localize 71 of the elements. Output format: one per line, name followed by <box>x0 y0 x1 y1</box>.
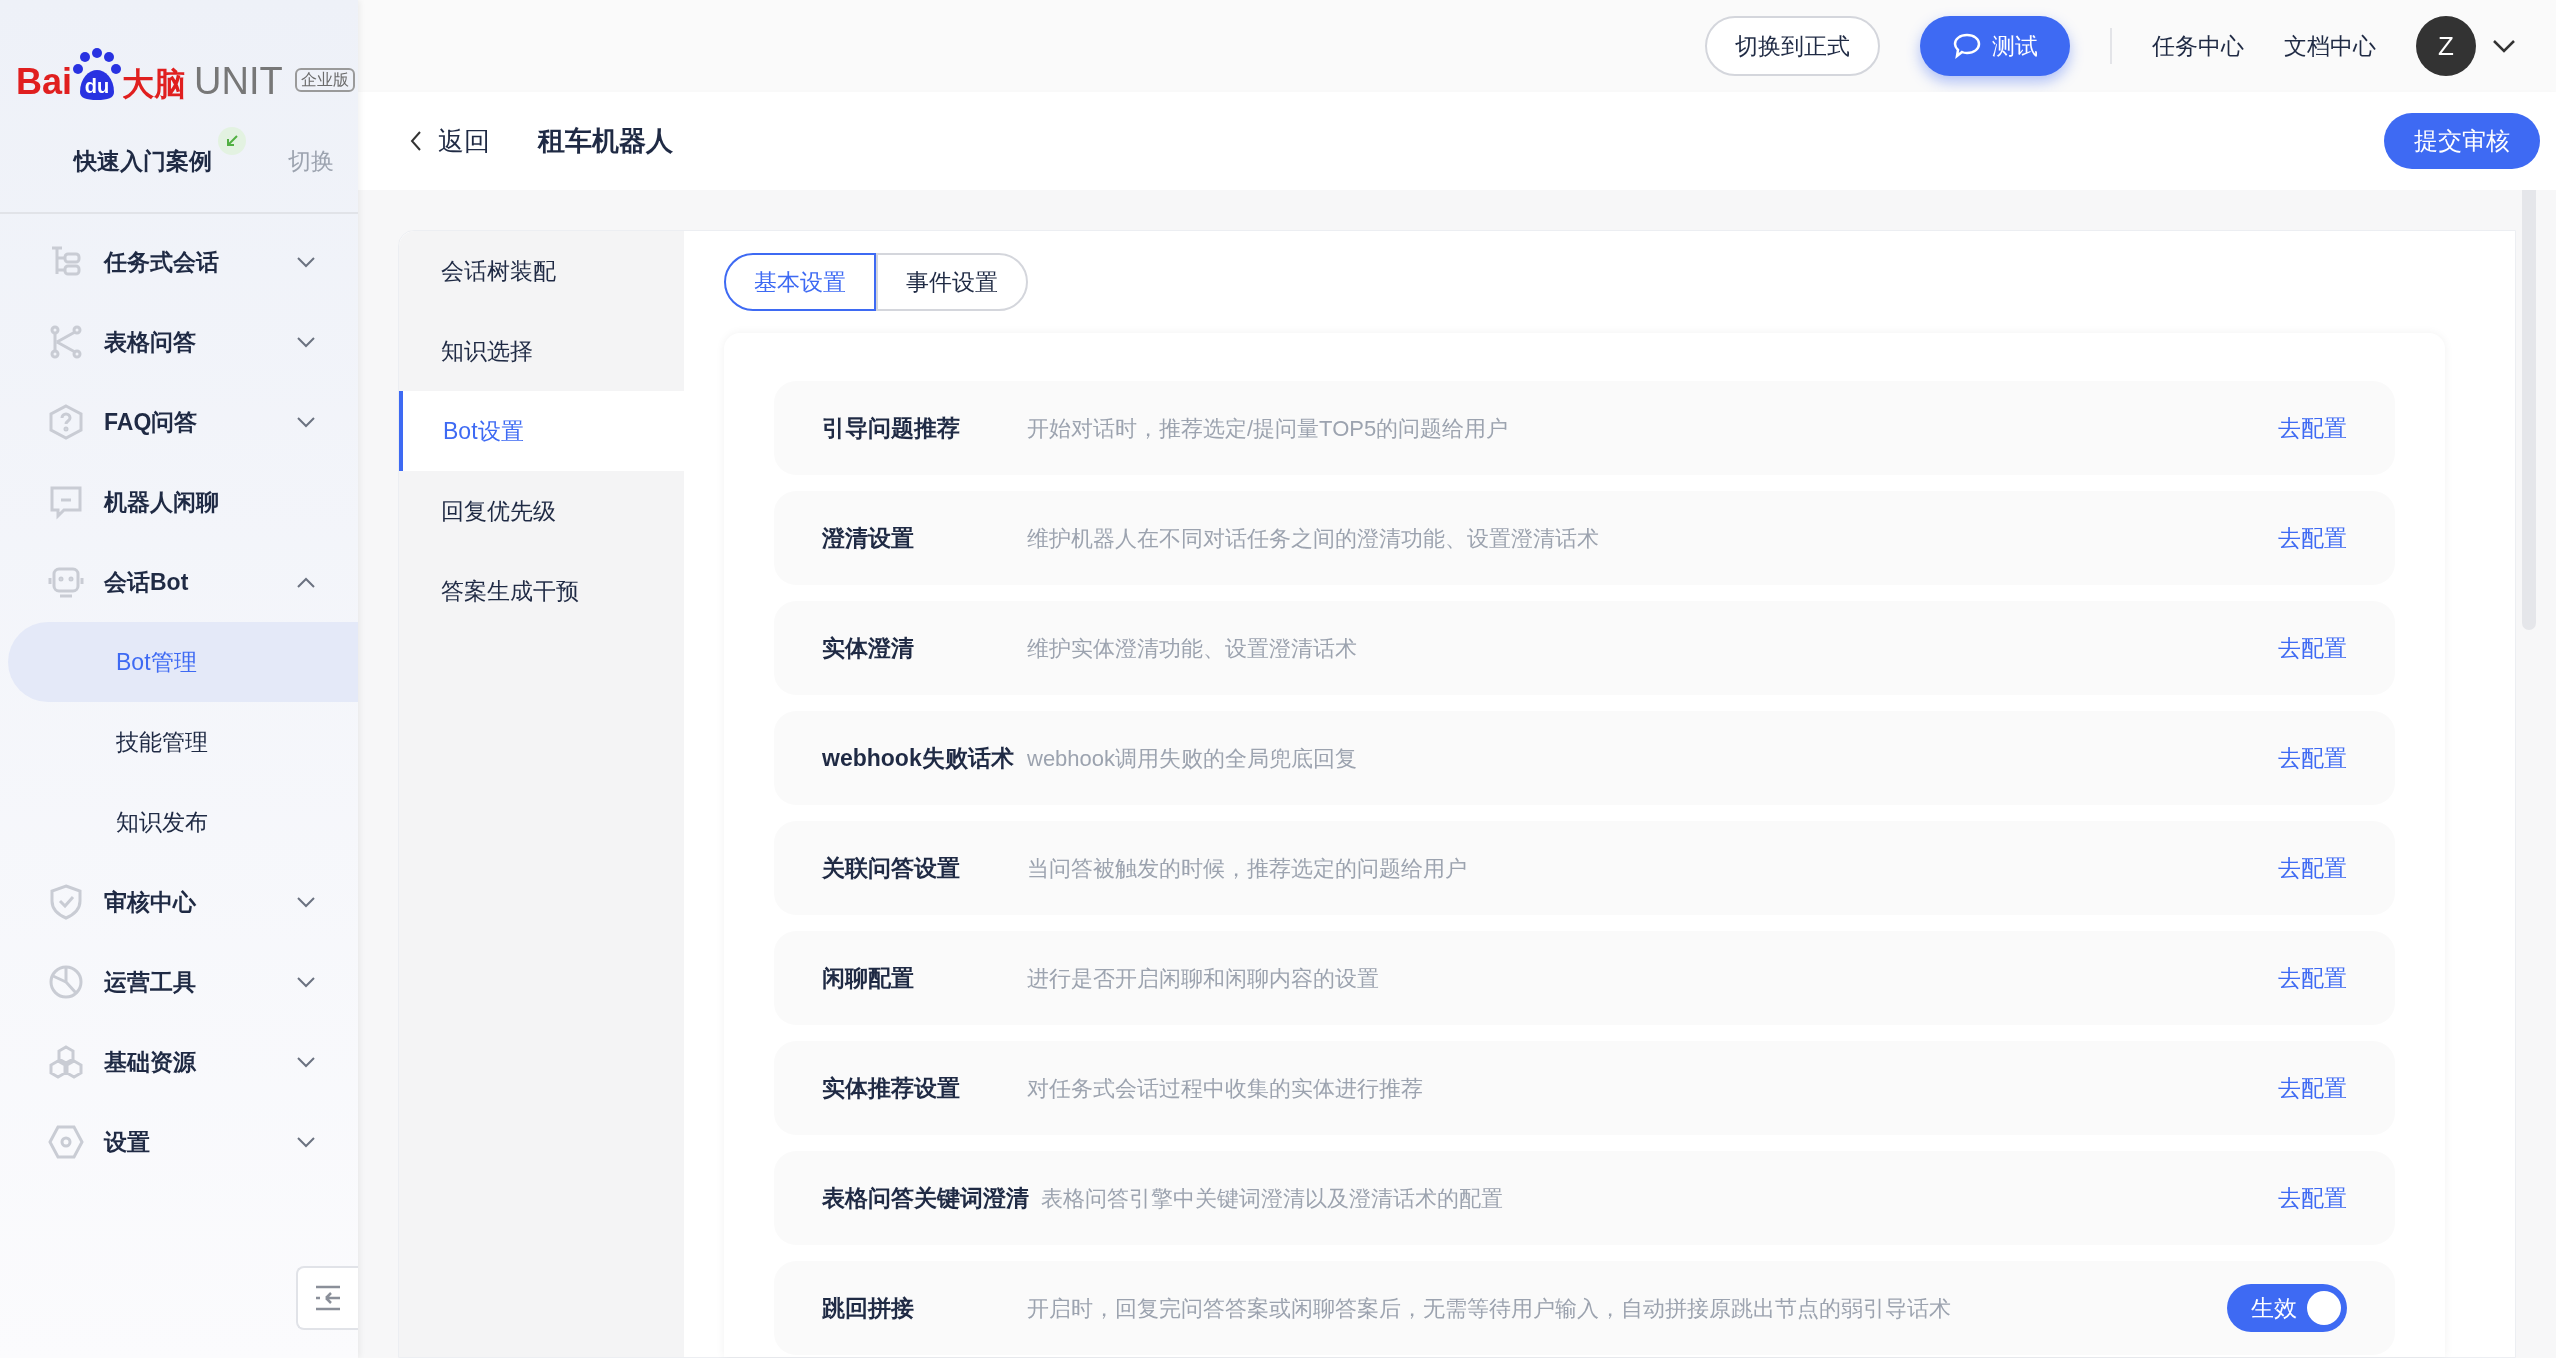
branch-icon <box>48 324 84 360</box>
shield-check-icon <box>48 884 84 920</box>
nav-item[interactable]: 基础资源 <box>0 1022 358 1102</box>
setting-description: 当问答被触发的时候，推荐选定的问题给用户 <box>1027 854 1468 883</box>
subnav-item[interactable]: 知识选择 <box>399 311 684 391</box>
nav-item[interactable]: 设置 <box>0 1102 358 1182</box>
subnav-item[interactable]: Bot设置 <box>399 391 684 471</box>
back-link[interactable]: 返回 <box>410 121 490 161</box>
configure-link[interactable]: 去配置 <box>2278 1180 2347 1216</box>
configure-link[interactable]: 去配置 <box>2278 850 2347 886</box>
brand-logo: Bai du 大脑 UNIT <box>16 48 283 100</box>
pie-chart-icon <box>48 964 84 1000</box>
configure-link[interactable]: 去配置 <box>2278 520 2347 556</box>
hexagons-icon <box>48 1044 84 1080</box>
switch-to-production-button[interactable]: 切换到正式 <box>1705 16 1880 76</box>
setting-title: 引导问题推荐 <box>822 413 961 443</box>
collapse-sidebar-button[interactable] <box>296 1266 358 1330</box>
header-link[interactable]: 文档中心 <box>2284 28 2376 64</box>
collapse-icon <box>314 1285 342 1311</box>
page-title: 租车机器人 <box>538 124 673 158</box>
submit-review-button[interactable]: 提交审核 <box>2384 113 2540 169</box>
setting-title: 实体澄清 <box>822 633 915 663</box>
nav-item[interactable]: FAQ问答 <box>0 382 358 462</box>
switch-thumb <box>2307 1291 2341 1325</box>
subnav-item[interactable]: 答案生成干预 <box>399 551 684 631</box>
configure-link[interactable]: 去配置 <box>2278 410 2347 446</box>
setting-description: 开始对话时，推荐选定/提问量TOP5的问题给用户 <box>1027 414 1510 443</box>
setting-title: 表格问答关键词澄清 <box>822 1183 1030 1213</box>
nav-subitem[interactable]: 知识发布 <box>8 782 358 862</box>
subnav-item[interactable]: 回复优先级 <box>399 471 684 551</box>
tab[interactable]: 事件设置 <box>876 253 1028 311</box>
setting-title: 关联问答设置 <box>822 853 961 883</box>
nav-subitem[interactable]: Bot管理 <box>8 622 358 702</box>
setting-title: 跳回拼接 <box>822 1293 915 1323</box>
nav-subitem[interactable]: 技能管理 <box>8 702 358 782</box>
pin-icon <box>218 127 246 155</box>
configure-link[interactable]: 去配置 <box>2278 630 2347 666</box>
setting-description: 表格问答引擎中关键词澄清以及澄清话术的配置 <box>1041 1184 1504 1213</box>
chat-icon <box>48 484 84 520</box>
setting-title: 澄清设置 <box>822 523 915 553</box>
setting-description: 进行是否开启闲聊和闲聊内容的设置 <box>1027 964 1380 993</box>
toggle-switch[interactable]: 生效 <box>2227 1284 2347 1332</box>
nav-item[interactable]: 审核中心 <box>0 862 358 942</box>
subnav-item[interactable]: 会话树装配 <box>399 231 684 311</box>
edition-badge: 企业版 <box>294 68 355 92</box>
setting-title: 实体推荐设置 <box>822 1073 961 1103</box>
nav-item[interactable]: 任务式会话 <box>0 222 358 302</box>
chat-bubble-icon <box>1952 32 1982 60</box>
hexagon-icon <box>48 1124 84 1160</box>
nav-item[interactable]: 机器人闲聊 <box>0 462 358 542</box>
tab[interactable]: 基本设置 <box>724 253 876 311</box>
configure-link[interactable]: 去配置 <box>2278 740 2347 776</box>
chevron-down-icon[interactable] <box>2492 39 2516 53</box>
user-avatar[interactable]: Z <box>2416 16 2476 76</box>
configure-link[interactable]: 去配置 <box>2278 1070 2347 1106</box>
nav-item[interactable]: 会话Bot <box>0 542 358 622</box>
header-link[interactable]: 任务中心 <box>2152 28 2244 64</box>
setting-description: webhook调用失败的全局兜底回复 <box>1027 744 1359 773</box>
setting-description: 开启时，回复完问答答案或闲聊答案后，无需等待用户输入，自动拼接原跳出节点的弱引导话术 <box>1027 1294 1952 1323</box>
test-button[interactable]: 测试 <box>1920 16 2070 76</box>
question-hexagon-icon <box>48 404 84 440</box>
nav-item[interactable]: 运营工具 <box>0 942 358 1022</box>
setting-description: 对任务式会话过程中收集的实体进行推荐 <box>1027 1074 1424 1103</box>
setting-title: 闲聊配置 <box>822 963 915 993</box>
nav-item[interactable]: 表格问答 <box>0 302 358 382</box>
chevron-left-icon <box>410 130 422 152</box>
configure-link[interactable]: 去配置 <box>2278 960 2347 996</box>
setting-description: 维护机器人在不同对话任务之间的澄清功能、设置澄清话术 <box>1027 524 1600 553</box>
setting-title: webhook失败话术 <box>822 743 1015 773</box>
project-name: 快速入门案例 <box>74 146 212 176</box>
setting-description: 维护实体澄清功能、设置澄清话术 <box>1027 634 1358 663</box>
